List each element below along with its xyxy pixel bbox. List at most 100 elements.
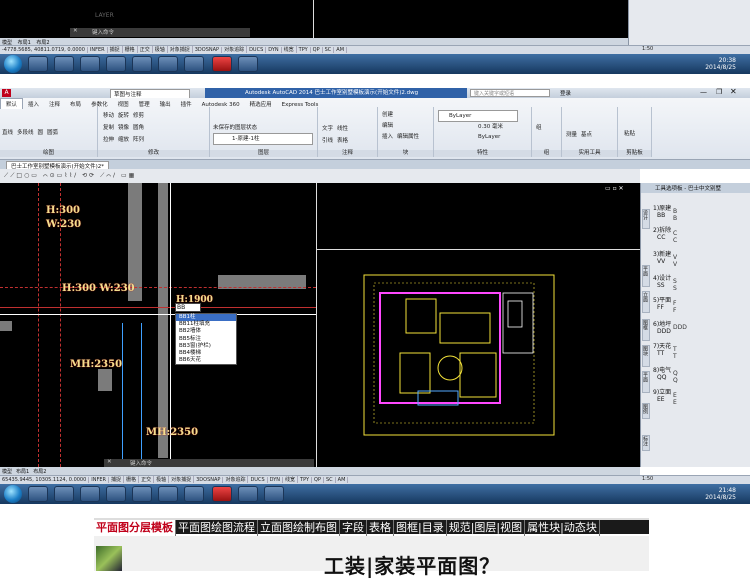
status-grid[interactable]: 栅格 [123, 46, 138, 53]
autocad-icon[interactable] [212, 56, 232, 72]
palette-tab[interactable]: 设计 [642, 209, 650, 229]
ie-icon[interactable] [54, 486, 74, 502]
leader-tool[interactable]: 引线 [321, 136, 334, 146]
status-am[interactable]: AM [334, 47, 348, 53]
scale-readout[interactable]: 1:50 [640, 46, 655, 52]
measure-tool[interactable]: 测量 [565, 130, 578, 138]
status-otrack[interactable]: 对象追踪 [222, 46, 248, 53]
nav-item-elevation[interactable]: 立面图绘制布图 [258, 520, 340, 536]
autocad-logo-icon[interactable]: A [2, 89, 11, 97]
app4-icon[interactable] [264, 486, 284, 502]
status-ortho[interactable]: 正交 [138, 46, 153, 53]
app2-icon[interactable] [184, 56, 204, 72]
palette-item-vv[interactable]: 3)新建 VV V V [653, 251, 677, 268]
status-polar[interactable]: 极轴 [154, 476, 170, 483]
polyline-tool[interactable]: 多段线 [16, 128, 35, 136]
status-lw[interactable]: 线宽 [283, 476, 299, 483]
fillet-tool[interactable]: 圆角 [132, 123, 145, 133]
start-orb-icon[interactable] [4, 55, 22, 73]
status-snap[interactable]: 捕捉 [108, 46, 123, 53]
move-tool[interactable]: 移动 [102, 111, 115, 121]
login-button[interactable]: 登录 [560, 89, 571, 97]
palette-tab[interactable]: 标注 [642, 435, 650, 451]
network-icon[interactable] [158, 56, 178, 72]
layer-select[interactable]: 1-原建-1柱 [213, 133, 313, 145]
menu-item[interactable]: BB2墙体 [176, 328, 236, 335]
lineweight-select[interactable]: 0.30 毫米 [438, 122, 531, 132]
edit-block-tool[interactable]: 编辑 [381, 122, 394, 131]
line-tool[interactable]: 直线 [1, 128, 14, 136]
status-3dosnap[interactable]: 3DOSNAP [194, 477, 224, 483]
nav-item-tables[interactable]: 表格 [367, 520, 394, 536]
text-tool[interactable]: 文字 [321, 124, 334, 134]
command-input[interactable]: BB [175, 303, 201, 312]
menu-item[interactable]: BB3窗(护栏) [176, 343, 236, 350]
status-am[interactable]: AM [336, 477, 349, 483]
linetype-select[interactable]: ByLayer [438, 132, 531, 142]
command-line[interactable]: ✕ 键入命令 [104, 459, 314, 467]
palette-item-qq[interactable]: 8)电气 QQ Q Q [653, 367, 678, 384]
menu-item[interactable]: BB6天花 [176, 357, 236, 364]
app3-icon[interactable] [238, 486, 258, 502]
top-cad-canvas[interactable]: LAYER ✕ 键入命令 [0, 0, 628, 38]
copy-tool[interactable]: 复制 [102, 123, 115, 133]
menu-item[interactable]: BB5标注 [176, 336, 236, 343]
palette-item-cc[interactable]: 2)拆除 CC C C [653, 227, 677, 244]
search-input[interactable]: 键入关键字或短语 [470, 89, 550, 97]
status-sc[interactable]: SC [323, 47, 335, 53]
palette-item-ff[interactable]: 5)平面 FF F F [653, 297, 676, 314]
app-icon[interactable] [28, 56, 48, 72]
browser-icon[interactable] [132, 56, 152, 72]
nav-item-standards[interactable]: 规范|图层|视图 [447, 520, 526, 536]
quick-toolbar[interactable]: ⟋⟋□○▭ ⌒⊙▭⌇⌇∕ ⟲⟳ ⟋⌒∕ ▭▦ [0, 169, 640, 183]
status-ducs[interactable]: DUCS [248, 477, 268, 483]
palette-tab[interactable]: 平面 [642, 265, 650, 287]
basepoint-tool[interactable]: 基点 [580, 130, 593, 138]
layer-state-select[interactable]: 未保存的图层状态 [213, 123, 317, 133]
stretch-tool[interactable]: 拉伸 [102, 135, 115, 145]
palette-item-ss[interactable]: 4)设计 SS S S [653, 275, 677, 292]
insert-tool[interactable]: 插入 [381, 133, 394, 142]
status-ducs[interactable]: DUCS [247, 47, 267, 53]
start-orb-icon[interactable] [4, 485, 22, 503]
scale-tool[interactable]: 缩放 [117, 135, 130, 145]
cad-canvas[interactable]: H:300 W:230 H:300 W:230 MH:2350 MH:2350 … [0, 183, 640, 467]
command-line[interactable]: ✕ 键入命令 [70, 28, 250, 37]
status-qp[interactable]: QP [311, 47, 323, 53]
tab-layout2[interactable]: 布局2 [32, 468, 47, 475]
status-3dosnap[interactable]: 3DOSNAP [193, 47, 223, 53]
browser-icon[interactable] [132, 486, 152, 502]
palette-item-ee[interactable]: 9)立面 EE E E [653, 389, 677, 406]
tab-layout1[interactable]: 布局1 [15, 468, 30, 475]
palette-item-ddd[interactable]: 6)地坪 DDD DDD [653, 321, 687, 335]
rotate-tool[interactable]: 旋转 [117, 111, 130, 121]
status-osnap[interactable]: 对象捕捉 [168, 46, 193, 53]
circle-tool[interactable]: 圆 [37, 128, 45, 136]
status-qp[interactable]: QP [312, 477, 324, 483]
app-icon[interactable] [28, 486, 48, 502]
arc-tool[interactable]: 圆弧 [46, 128, 59, 136]
palette-tab[interactable]: 立面 [642, 291, 650, 313]
status-infer[interactable]: INFER [89, 477, 110, 483]
linear-tool[interactable]: 线性 [336, 124, 349, 134]
mirror-tool[interactable]: 镜像 [117, 123, 130, 133]
viewport-controls[interactable]: ▭ ▫ ✕ [605, 185, 624, 192]
status-tpy[interactable]: TPY [298, 477, 313, 483]
status-osnap[interactable]: 对象捕捉 [169, 476, 195, 483]
palette-tab[interactable]: 图框 [642, 319, 650, 341]
status-lw[interactable]: 线宽 [282, 46, 297, 53]
nav-item-layer-template[interactable]: 平面图分层模板 [94, 520, 176, 536]
group-tool[interactable]: 组 [532, 107, 561, 131]
app2-icon[interactable] [184, 486, 204, 502]
palette-tab[interactable]: 图例 [642, 403, 650, 419]
status-grid[interactable]: 栅格 [124, 476, 140, 483]
paste-tool[interactable]: 粘贴 [618, 107, 651, 137]
tab-model[interactable]: 模型 [1, 468, 13, 475]
status-tpy[interactable]: TPY [297, 47, 311, 53]
status-snap[interactable]: 捕捉 [109, 476, 125, 483]
minimize-icon[interactable]: — [700, 88, 707, 96]
status-dyn[interactable]: DYN [266, 47, 282, 53]
trim-tool[interactable]: 修剪 [132, 111, 145, 121]
palette-item-tt[interactable]: 7)天花 TT T T [653, 343, 677, 360]
folder-icon[interactable] [80, 486, 100, 502]
